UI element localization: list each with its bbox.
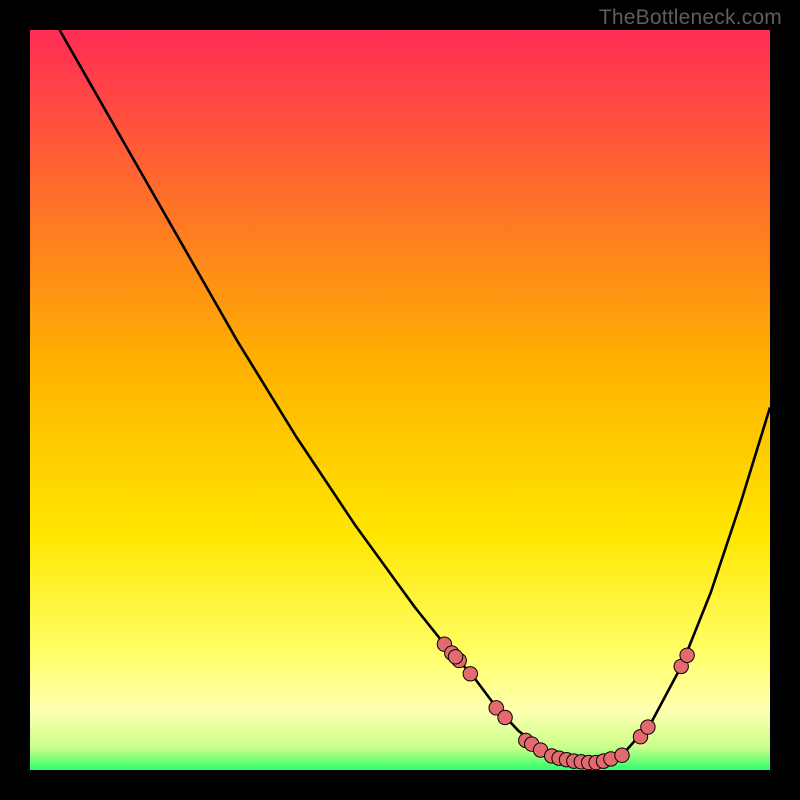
data-marker	[463, 667, 477, 681]
plot-area	[30, 30, 770, 770]
data-marker	[615, 748, 629, 762]
gradient-background	[30, 30, 770, 770]
data-marker	[680, 648, 694, 662]
chart-container: TheBottleneck.com	[0, 0, 800, 800]
data-marker	[641, 720, 655, 734]
data-marker	[498, 710, 512, 724]
data-marker	[448, 650, 462, 664]
bottleneck-chart	[30, 30, 770, 770]
watermark-text: TheBottleneck.com	[599, 6, 782, 30]
